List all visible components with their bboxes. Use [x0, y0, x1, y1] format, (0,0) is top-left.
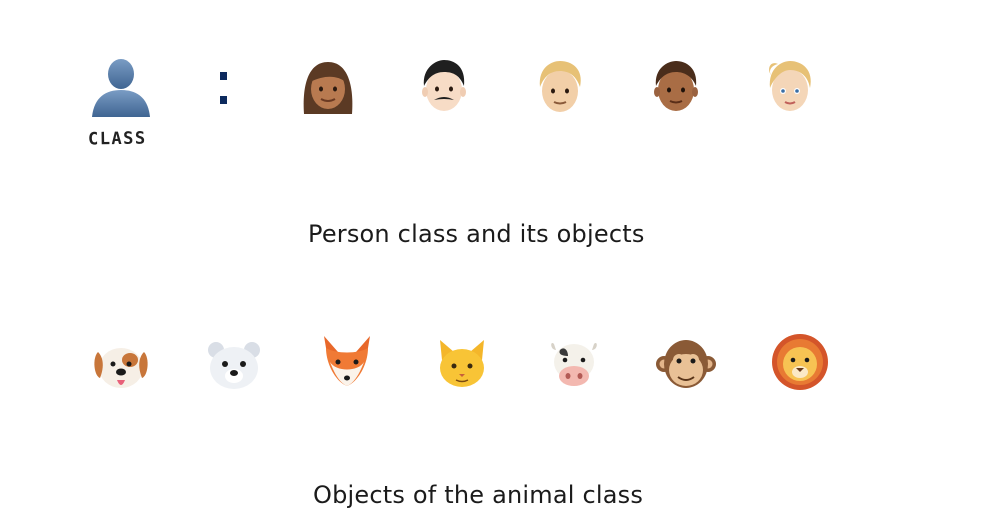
monkey-face-icon — [656, 340, 716, 388]
animal-caption: Objects of the animal class — [313, 481, 644, 509]
dog-face-icon — [94, 348, 148, 388]
cat-face-icon — [440, 340, 484, 387]
cow-face-icon — [551, 343, 597, 386]
polar-bear-face-icon — [208, 342, 260, 389]
lion-face-icon — [772, 334, 828, 390]
fox-face-icon — [324, 336, 370, 386]
animal-class-row: Objects of the animal class — [0, 0, 991, 526]
